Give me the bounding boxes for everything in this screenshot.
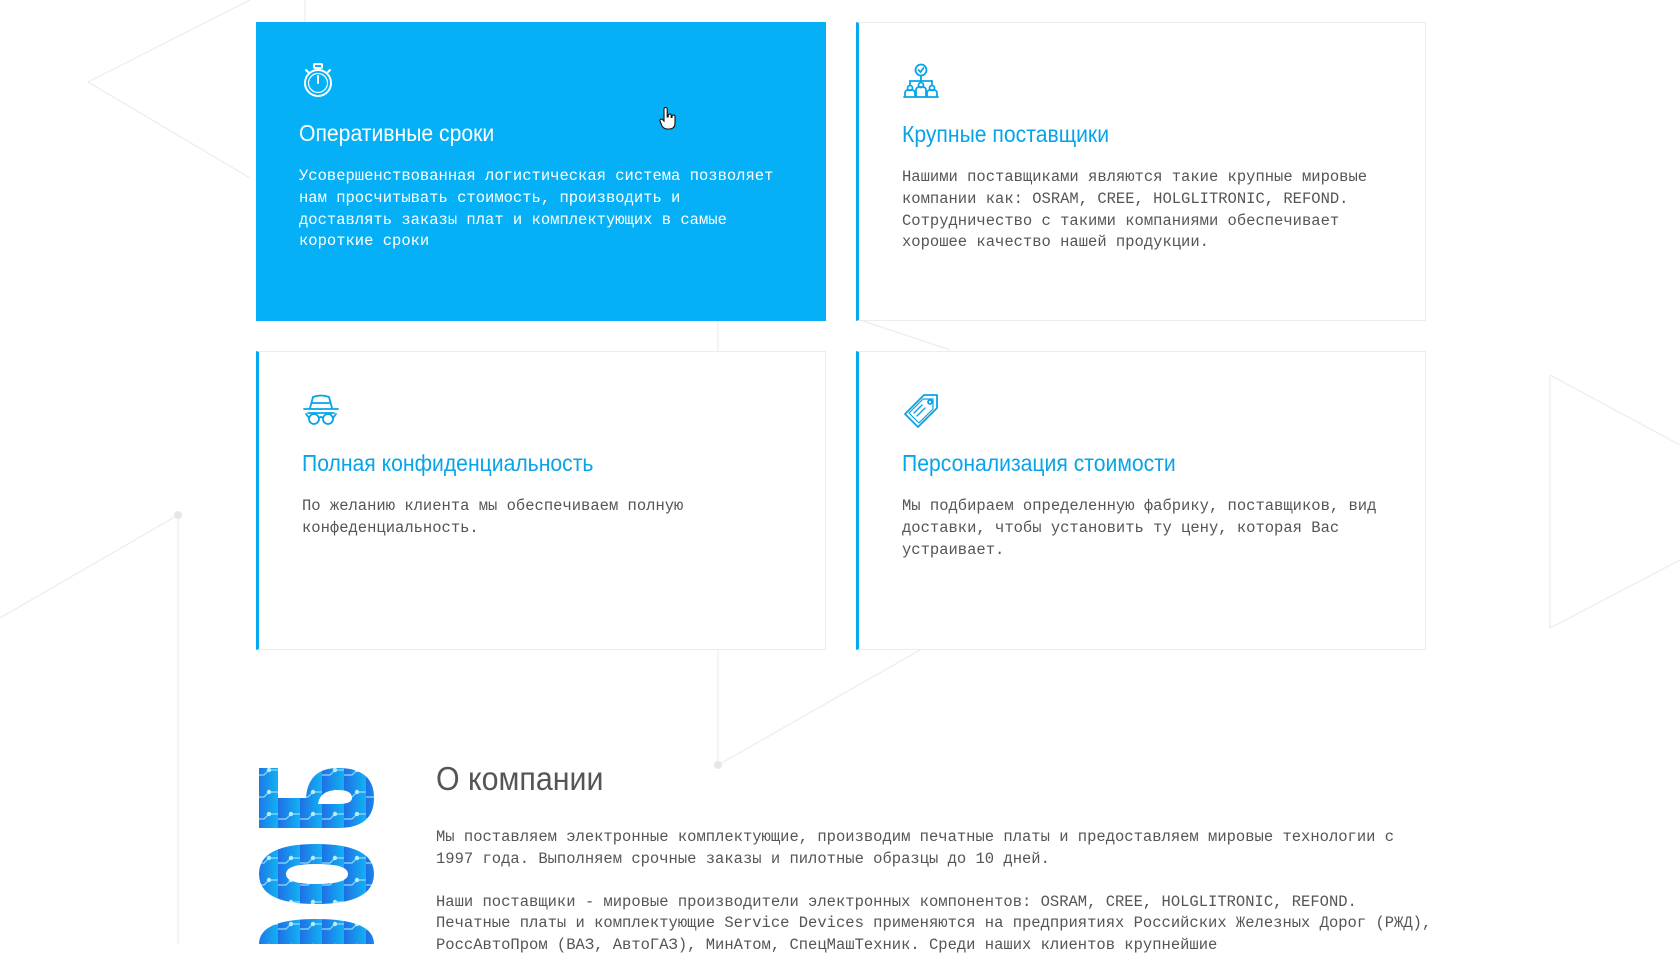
about-paragraph: Мы поставляем электронные комплектующие,… xyxy=(436,828,1395,868)
feature-description: Усовершенствованная логистическая систем… xyxy=(299,167,774,251)
about-paragraph: Наши поставщики - мировые производители … xyxy=(436,892,1432,954)
about-section-text: Мы поставляем электронные комплектующие,… xyxy=(436,827,1436,978)
feature-title: Полная конфиденциальность xyxy=(302,450,594,476)
incognito-icon xyxy=(303,394,339,425)
background-lines xyxy=(0,0,1680,944)
feature-description: Мы подбираем определенную фабрику, поста… xyxy=(902,497,1377,559)
hand-cursor-icon xyxy=(659,107,676,130)
feature-card-confidentiality[interactable]: Полная конфиденциальность По желанию кли… xyxy=(256,351,826,650)
suppliers-network-icon xyxy=(903,63,939,98)
feature-title: Крупные поставщики xyxy=(902,121,1110,147)
feature-card-price-personalization[interactable]: Персонализация стоимости Мы подбираем оп… xyxy=(856,351,1426,650)
feature-title: Персонализация стоимости xyxy=(902,450,1176,476)
about-section-title: О компании xyxy=(436,760,604,797)
feature-title: Оперативные сроки xyxy=(299,120,495,146)
feature-description: Нашими поставщиками являются такие крупн… xyxy=(902,168,1368,252)
stopwatch-icon xyxy=(304,63,332,97)
feature-description: По желанию клиента мы обеспечиваем полну… xyxy=(302,497,684,537)
price-tag-icon xyxy=(904,394,938,428)
feature-card-large-suppliers[interactable]: Крупные поставщики Нашими поставщиками я… xyxy=(856,22,1426,321)
feature-card-fast-terms[interactable]: Оперативные сроки Усовершенствованная ло… xyxy=(256,22,826,321)
section-number-graphic xyxy=(259,768,374,944)
